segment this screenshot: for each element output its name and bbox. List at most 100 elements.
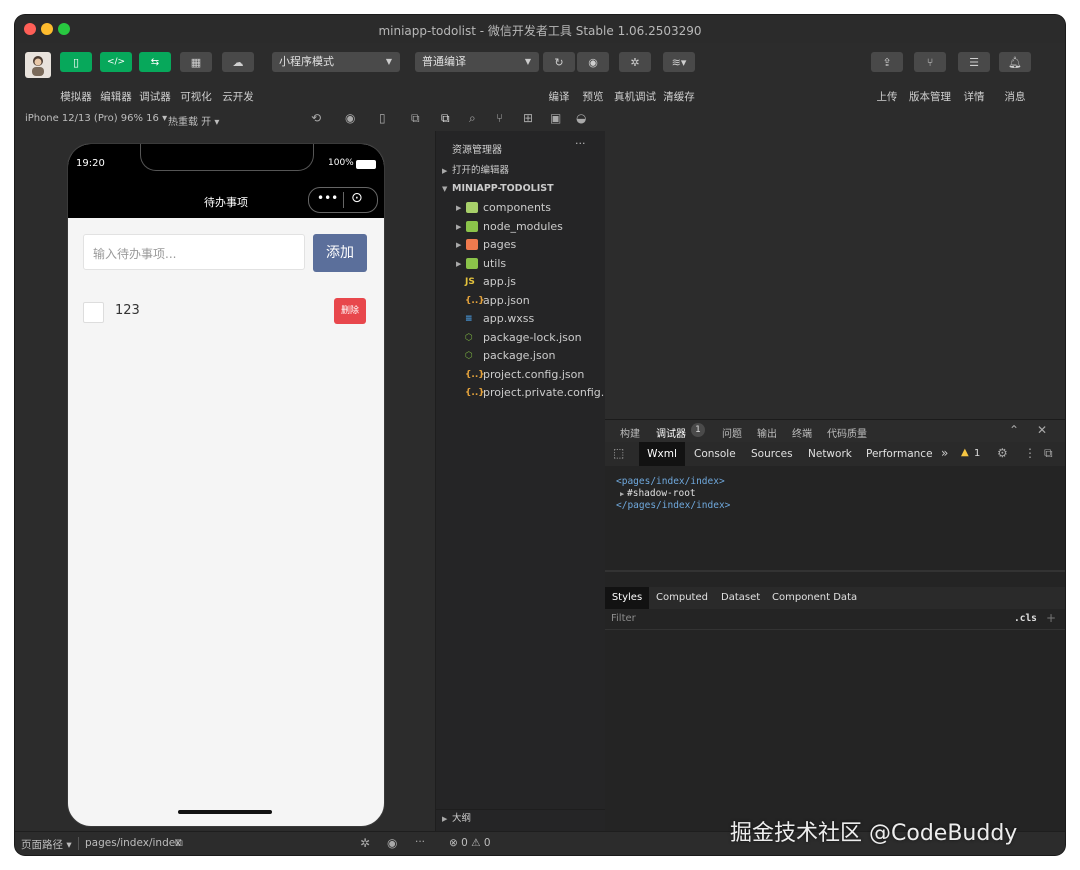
folder-utils[interactable]: ▶ utils: [436, 255, 606, 273]
more-tabs-icon[interactable]: »: [941, 446, 948, 460]
file-explorer: 资源管理器 ··· ▶ 打开的编辑器 ▼ MINIAPP-TODOLIST ▶ …: [435, 131, 606, 831]
extensions-icon[interactable]: ⊞: [523, 111, 533, 125]
tab-problems[interactable]: 问题: [722, 425, 742, 440]
tab-output[interactable]: 输出: [757, 425, 777, 440]
tab-code-quality[interactable]: 代码质量: [827, 425, 867, 440]
compile-select[interactable]: 普通编译 ▼: [415, 52, 539, 72]
tree-node-open[interactable]: <pages/index/index>: [616, 476, 725, 487]
copy-icon[interactable]: ⧉: [175, 836, 183, 850]
debugger-button[interactable]: ⇆: [139, 52, 171, 72]
add-button[interactable]: 添加: [313, 234, 367, 272]
cloud-button[interactable]: ☁: [222, 52, 254, 72]
docker-icon[interactable]: ◒: [576, 111, 586, 125]
close-icon[interactable]: ✕: [1037, 423, 1047, 437]
file-app-json[interactable]: {..} app.json: [436, 292, 606, 310]
folder-name: node_modules: [483, 219, 563, 233]
undock-icon[interactable]: ⧉: [1044, 446, 1053, 461]
folder-components[interactable]: ▶ components: [436, 199, 606, 217]
file-name: package-lock.json: [483, 330, 582, 344]
remote-debug-button[interactable]: ✲: [619, 52, 651, 72]
close-miniapp-icon[interactable]: ⊙: [351, 190, 363, 206]
search-icon[interactable]: ⌕: [469, 111, 476, 126]
preview-button[interactable]: ◉: [577, 52, 609, 72]
eye-icon[interactable]: ◉: [387, 836, 397, 850]
visual-button[interactable]: ▦: [180, 52, 212, 72]
kebab-menu-icon[interactable]: ⋮: [1024, 446, 1036, 460]
tab-wxml[interactable]: Wxml: [639, 442, 685, 466]
editor-button[interactable]: </>: [100, 52, 132, 72]
capsule-menu: ••• ⊙: [308, 187, 378, 213]
chevron-right-icon: ▶: [456, 241, 462, 249]
rotate-icon[interactable]: ⟲: [311, 111, 321, 125]
inspect-icon[interactable]: ⬚: [613, 446, 624, 460]
folder-pages[interactable]: ▶ pages: [436, 236, 606, 254]
record-icon[interactable]: ◉: [345, 111, 355, 125]
file-project-config-json[interactable]: {..} project.config.json: [436, 366, 606, 384]
compile-button[interactable]: ↻: [543, 52, 575, 72]
file-project-private-config[interactable]: {..} project.private.config....: [436, 384, 606, 402]
tree-node-close[interactable]: </pages/index/index>: [616, 500, 730, 511]
hot-reload-select[interactable]: 热重载 开 ▾: [168, 113, 219, 128]
messages-button[interactable]: 🔔︎: [999, 52, 1031, 72]
file-app-wxss[interactable]: ≡ app.wxss: [436, 310, 606, 328]
tab-computed[interactable]: Computed: [656, 592, 708, 603]
problems-count[interactable]: ⊗ 0 ⚠ 0: [449, 837, 491, 849]
watermark: 掘金技术社区 @CodeBuddy: [730, 821, 1018, 846]
preview-panel-icon[interactable]: ▣: [550, 111, 561, 125]
file-package-lock-json[interactable]: ⬡ package-lock.json: [436, 329, 606, 347]
pane-divider[interactable]: [605, 570, 1065, 572]
more-icon[interactable]: ···: [415, 836, 425, 848]
expand-triangle-icon[interactable]: ▶: [620, 490, 624, 498]
phone-outline-icon[interactable]: ▯: [379, 111, 386, 125]
folder-node-modules[interactable]: ▶ node_modules: [436, 218, 606, 236]
upload-button[interactable]: ⇪: [871, 52, 903, 72]
file-app-js[interactable]: JS app.js: [436, 273, 606, 291]
status-time: 19:20: [76, 158, 105, 169]
tab-build[interactable]: 构建: [620, 425, 640, 440]
tab-console[interactable]: Console: [694, 448, 736, 460]
project-label: MINIAPP-TODOLIST: [452, 183, 554, 194]
tab-dataset[interactable]: Dataset: [721, 592, 760, 603]
tab-styles[interactable]: Styles: [605, 587, 649, 609]
tab-debugger[interactable]: 调试器: [656, 425, 686, 440]
project-section[interactable]: ▼ MINIAPP-TODOLIST: [436, 180, 606, 198]
delete-button[interactable]: 删除: [334, 298, 366, 324]
clear-cache-button[interactable]: ≋▾: [663, 52, 695, 72]
more-dots-icon[interactable]: •••: [317, 191, 338, 205]
open-editors-section[interactable]: ▶ 打开的编辑器: [436, 162, 606, 180]
tab-component-data[interactable]: Component Data: [772, 592, 857, 603]
gear-icon[interactable]: ⚙: [997, 446, 1008, 460]
tree-node-shadow-root[interactable]: #shadow-root: [627, 488, 696, 499]
folder-icon: [466, 202, 478, 213]
files-icon[interactable]: ⧉: [441, 111, 450, 126]
warning-icon[interactable]: ▲: [961, 447, 969, 458]
mode-select[interactable]: 小程序模式 ▼: [272, 52, 400, 72]
filter-input[interactable]: Filter: [611, 613, 636, 624]
cls-toggle[interactable]: .cls: [1014, 613, 1037, 624]
chevron-up-icon[interactable]: ⌃: [1009, 423, 1019, 437]
avatar[interactable]: [25, 52, 51, 78]
todo-input[interactable]: 输入待办事项...: [83, 234, 305, 270]
source-control-icon[interactable]: ⑂: [496, 111, 503, 125]
plus-icon[interactable]: +: [1046, 611, 1056, 625]
bug-icon[interactable]: ✲: [360, 836, 370, 850]
page-path-select[interactable]: 页面路径 ▾: [21, 837, 72, 852]
popout-icon[interactable]: ⧉: [411, 111, 420, 126]
tab-network[interactable]: Network: [808, 448, 852, 460]
more-icon[interactable]: ···: [575, 137, 586, 150]
js-file-icon: JS: [465, 277, 475, 287]
json-file-icon: {..}: [465, 295, 485, 306]
details-button[interactable]: ☰: [958, 52, 990, 72]
explorer-title: 资源管理器: [452, 145, 502, 156]
mode-select-value: 小程序模式: [279, 55, 334, 68]
remote-debug-label: 真机调试: [614, 91, 656, 103]
tab-terminal[interactable]: 终端: [792, 425, 812, 440]
tab-sources[interactable]: Sources: [751, 448, 793, 460]
device-select[interactable]: iPhone 12/13 (Pro) 96% 16 ▾: [25, 113, 167, 124]
todo-checkbox[interactable]: [83, 302, 104, 323]
version-button[interactable]: ⑂: [914, 52, 946, 72]
file-package-json[interactable]: ⬡ package.json: [436, 347, 606, 365]
simulator-button[interactable]: ▯: [60, 52, 92, 72]
tab-performance[interactable]: Performance: [866, 448, 933, 460]
outline-section[interactable]: ▶ 大纲: [436, 809, 606, 828]
